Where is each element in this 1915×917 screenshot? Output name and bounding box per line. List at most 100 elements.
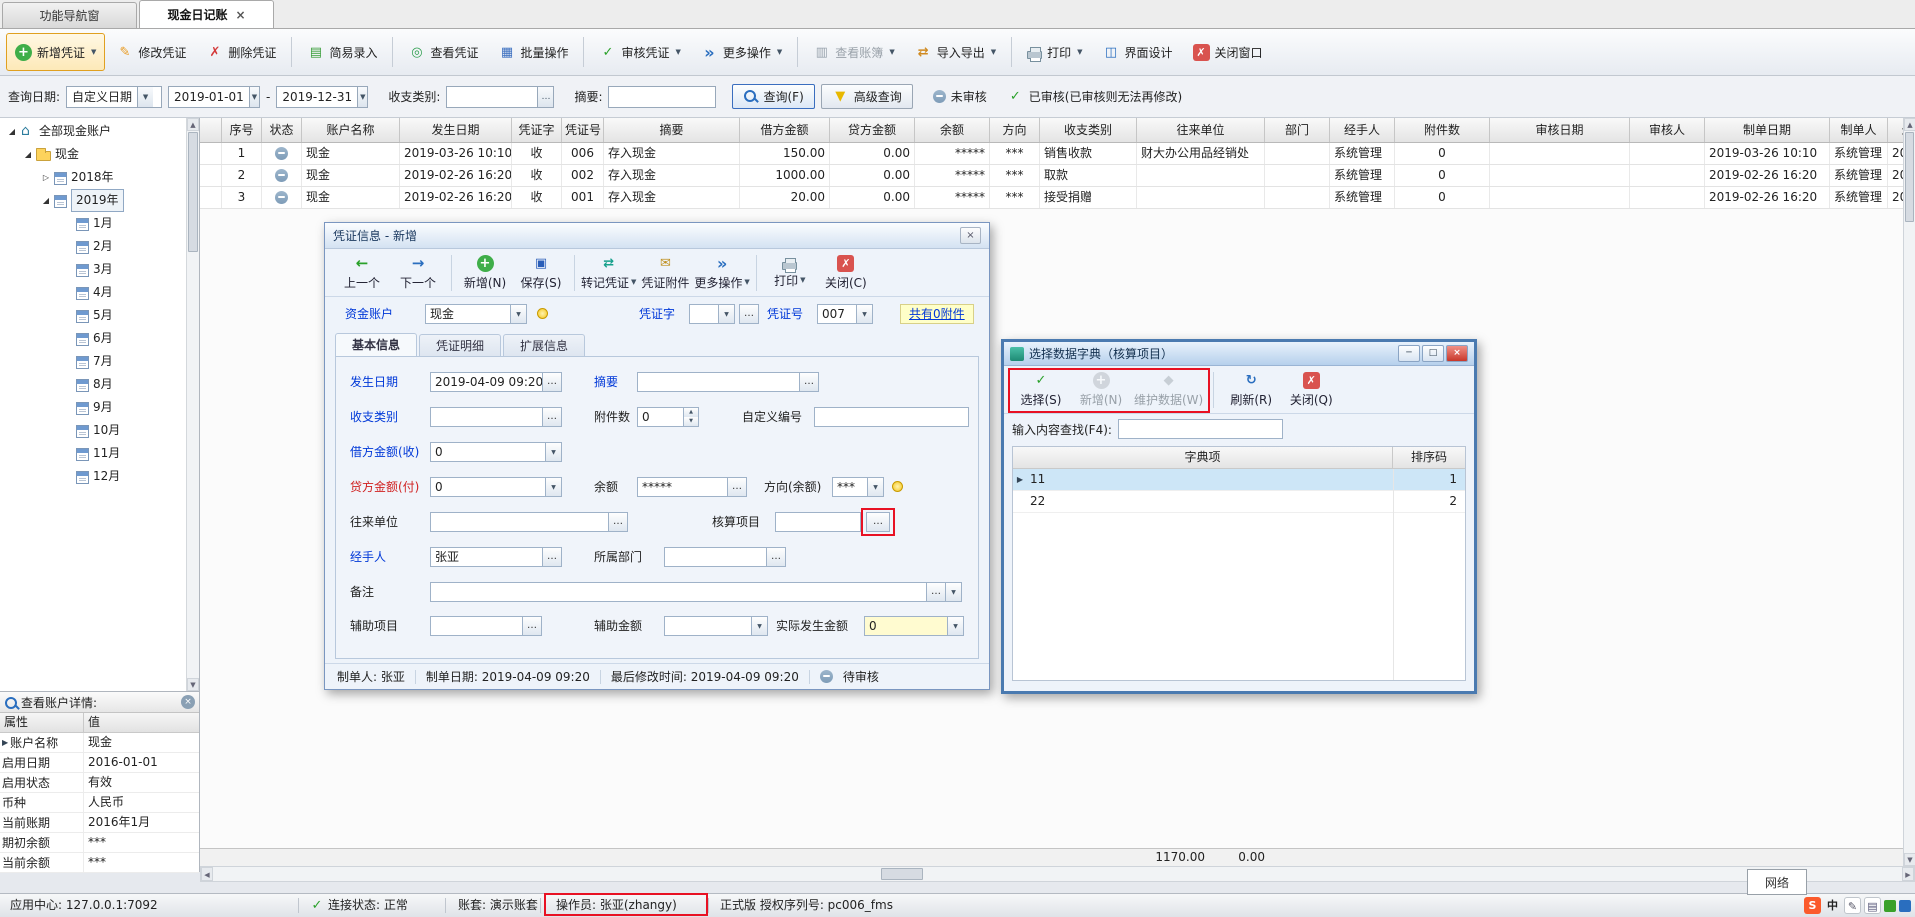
tree-item[interactable]: 5月 xyxy=(0,304,186,327)
column-header[interactable]: 发生日期 xyxy=(400,118,512,142)
detail-row[interactable]: ▶ 当前账期 2016年1月 xyxy=(0,813,199,833)
close-icon[interactable]: × xyxy=(181,695,195,709)
ellipsis-button[interactable]: … xyxy=(799,373,818,391)
dialog-toolbar-button[interactable]: ▼ xyxy=(756,255,757,291)
chevron-down-icon[interactable]: ▼ xyxy=(751,617,767,635)
voucher-dialog-titlebar[interactable]: 凭证信息 - 新增 × xyxy=(325,223,989,249)
spin-up-icon[interactable]: ▲ xyxy=(684,408,698,417)
column-header[interactable]: 往来单位 xyxy=(1137,118,1265,142)
dict-search-input[interactable] xyxy=(1118,419,1283,439)
chevron-down-icon[interactable]: ▼ xyxy=(744,278,749,286)
voucher-dialog-tab[interactable]: 基本信息 xyxy=(335,333,417,357)
aux-amount-field[interactable]: ▼ xyxy=(664,616,768,636)
sogou-input-icon[interactable]: S xyxy=(1804,897,1821,914)
column-header[interactable]: 凭证号 xyxy=(562,118,604,142)
detail-row[interactable]: ▶ 当前余额 *** xyxy=(0,853,199,873)
column-header[interactable]: 凭证字 xyxy=(512,118,562,142)
column-header[interactable]: 序号 xyxy=(222,118,262,142)
date-field[interactable]: 2019-04-09 09:20 … xyxy=(430,372,562,392)
column-header[interactable] xyxy=(200,118,222,142)
tab-close-icon[interactable]: × xyxy=(235,9,245,21)
scroll-down-arrow[interactable]: ▼ xyxy=(187,678,199,691)
scroll-right-arrow[interactable]: ▶ xyxy=(1902,867,1914,881)
ellipsis-button[interactable]: … xyxy=(537,87,553,107)
tray-blue-icon[interactable] xyxy=(1899,900,1911,912)
tree-item[interactable]: 6月 xyxy=(0,327,186,350)
ellipsis-button[interactable]: … xyxy=(542,548,561,566)
dialog-toolbar-button[interactable]: 新增(N)▼ xyxy=(458,251,512,295)
attach-count-stepper[interactable]: 0 ▲▼ xyxy=(637,407,699,427)
dialog-toolbar-button[interactable]: 打印▼ xyxy=(763,251,817,295)
dialog-toolbar-button[interactable]: 刷新(R)▼ xyxy=(1224,368,1278,412)
ellipsis-button[interactable]: … xyxy=(542,373,561,391)
vertical-scrollbar[interactable]: ▲ ▼ xyxy=(1903,118,1915,866)
column-header[interactable]: 制单人 xyxy=(1830,118,1888,142)
dict-column-header[interactable]: 排序码 xyxy=(1393,447,1465,468)
credit-field[interactable]: 0 ▼ xyxy=(430,477,562,497)
toolbar-button[interactable]: ▼ xyxy=(797,37,798,67)
voucher-number-select[interactable]: 007 ▼ xyxy=(817,304,873,324)
toolbar-button[interactable]: 更多操作 ▼ xyxy=(692,33,791,71)
toolbar-button[interactable]: 删除凭证 ▼ xyxy=(197,33,285,71)
dialog-toolbar-button[interactable]: 转记凭证▼ xyxy=(581,251,636,295)
actual-amount-field[interactable]: 0 ▼ xyxy=(864,616,964,636)
chevron-down-icon[interactable]: ▼ xyxy=(800,276,805,284)
document-tab[interactable]: 现金日记账 × xyxy=(139,0,274,28)
toolbar-button[interactable]: 关闭窗口 ▼ xyxy=(1184,33,1272,71)
toolbar-button[interactable]: 新增凭证 ▼ xyxy=(6,33,105,71)
chevron-down-icon[interactable]: ▼ xyxy=(249,87,259,107)
aux-item-field[interactable]: … xyxy=(430,616,542,636)
toolbar-button[interactable]: 导入导出 ▼ xyxy=(906,33,1005,71)
advanced-query-button[interactable]: 高级查询 xyxy=(821,84,913,109)
chevron-down-icon[interactable]: ▼ xyxy=(357,87,367,107)
tree-expander-icon[interactable] xyxy=(6,127,18,136)
column-header[interactable]: 经手人 xyxy=(1330,118,1395,142)
table-row[interactable]: 2 现金 2019-02-26 16:20 收 002 存入现金 1000.00… xyxy=(200,165,1903,187)
column-header[interactable]: 部门 xyxy=(1265,118,1330,142)
chevron-down-icon[interactable]: ▼ xyxy=(947,617,963,635)
dialog-toolbar-button[interactable]: ▼ xyxy=(574,255,575,291)
toolbar-button[interactable]: ▼ xyxy=(291,37,292,67)
chevron-down-icon[interactable]: ▼ xyxy=(856,305,872,323)
tree-item[interactable]: 7月 xyxy=(0,350,186,373)
attachments-link[interactable]: 共有0附件 xyxy=(900,304,974,324)
dialog-toolbar-button[interactable]: ▼ xyxy=(451,255,452,291)
direction-select[interactable]: *** ▼ xyxy=(832,477,884,497)
tree-expander-icon[interactable] xyxy=(22,150,34,159)
dialog-toolbar-button[interactable]: 更多操作▼ xyxy=(694,251,749,295)
dialog-toolbar-button[interactable]: 关闭(C)▼ xyxy=(819,251,873,295)
ellipsis-button[interactable]: … xyxy=(739,304,759,324)
keyboard-icon[interactable]: ▤ xyxy=(1864,897,1881,914)
ellipsis-button[interactable]: … xyxy=(727,478,746,496)
tree-item[interactable]: 4月 xyxy=(0,281,186,304)
column-header[interactable]: 账户名称 xyxy=(302,118,400,142)
handwriting-icon[interactable]: ✎ xyxy=(1844,897,1861,914)
chevron-down-icon[interactable]: ▼ xyxy=(867,478,883,496)
scroll-up-arrow[interactable]: ▲ xyxy=(187,118,199,131)
column-header[interactable]: 余额 xyxy=(915,118,990,142)
dialog-toolbar-button[interactable]: ▼ xyxy=(1213,372,1214,408)
tree-item[interactable]: 10月 xyxy=(0,419,186,442)
detail-row[interactable]: ▶ 币种 人民币 xyxy=(0,793,199,813)
scroll-up-arrow[interactable]: ▲ xyxy=(1904,118,1915,131)
voucher-dialog-tab[interactable]: 凭证明细 xyxy=(419,334,501,357)
remark-field[interactable]: … ▼ xyxy=(430,582,962,602)
ellipsis-button[interactable]: … xyxy=(542,408,561,426)
tree-item[interactable]: 现金 xyxy=(0,143,186,166)
chevron-down-icon[interactable]: ▼ xyxy=(718,305,734,323)
column-header[interactable]: 附件数 xyxy=(1395,118,1490,142)
debit-field[interactable]: 0 ▼ xyxy=(430,442,562,462)
ellipsis-button[interactable]: … xyxy=(522,617,541,635)
toolbar-button[interactable]: ▼ xyxy=(392,37,393,67)
detail-row[interactable]: ▶ 启用状态 有效 xyxy=(0,773,199,793)
handler-field[interactable]: 张亚 … xyxy=(430,547,562,567)
column-header[interactable]: 审核人 xyxy=(1630,118,1705,142)
summary-field[interactable]: … xyxy=(637,372,819,392)
tree-scrollbar[interactable]: ▲ ▼ xyxy=(186,118,199,691)
dialog-toolbar-button[interactable]: 下一个▼ xyxy=(391,251,445,295)
toolbar-button[interactable]: 界面设计 ▼ xyxy=(1094,33,1182,71)
tree-item[interactable]: 1月 xyxy=(0,212,186,235)
voucher-word-select[interactable]: ▼ xyxy=(689,304,735,324)
category-input[interactable]: … xyxy=(446,86,554,108)
tree-item[interactable]: 2月 xyxy=(0,235,186,258)
